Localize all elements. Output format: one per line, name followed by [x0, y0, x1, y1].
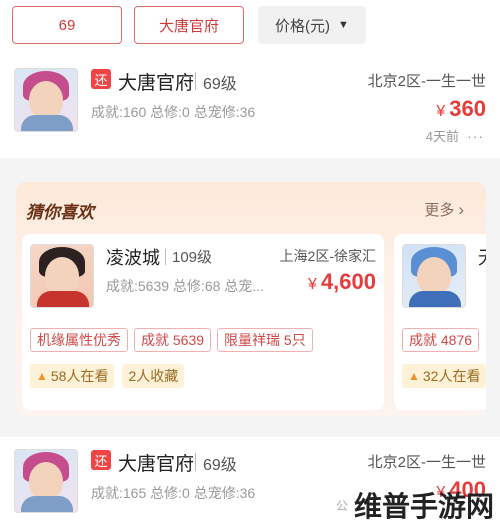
price: ¥4,600 [308, 269, 376, 295]
watermark-text: 维普手游网 [353, 491, 494, 522]
listing-card[interactable]: 还 大唐官府 69级 北京2区-一生一世 成就:160 总修:0 总宠修:36 … [0, 56, 500, 158]
watermark-small-text: 公 [335, 498, 348, 513]
avatar-face [29, 81, 63, 119]
level-text: 69级 [203, 76, 237, 93]
price-sort[interactable]: 价格(元) ▼ [258, 6, 366, 44]
caret-down-icon: ▼ [338, 19, 349, 31]
watching-pill: ▲ 58人在看 [30, 364, 115, 388]
listing-meta: 4天前 ··· [426, 126, 484, 145]
listed-time: 4天前 [425, 129, 459, 144]
avatar-face [45, 257, 79, 295]
flame-icon: ▲ [408, 369, 420, 383]
feature-chip: 限量祥瑞 5只 [217, 328, 313, 352]
avatar-body [37, 291, 89, 307]
avatar [402, 244, 466, 308]
avatar-body [21, 496, 73, 512]
feature-chips: 机缘属性优秀 成就 5639 限量祥瑞 5只 [30, 328, 313, 352]
recommend-card[interactable]: 无 成就 4876 ▲32人在看 [394, 234, 486, 410]
divider [195, 453, 196, 471]
avatar-body [409, 291, 461, 307]
avatar [30, 244, 94, 308]
recommend-title: 猜你喜欢 [26, 203, 94, 222]
return-badge: 还 [91, 69, 111, 89]
avatar [14, 449, 78, 513]
watermark: 公 维普手游网 [336, 485, 494, 525]
price: ¥360 [436, 96, 486, 122]
flame-icon: ▲ [36, 369, 48, 383]
watching-count: 32人在看 [422, 368, 481, 384]
level-text: 69级 [203, 457, 237, 474]
recommend-more-link[interactable]: 更多 › [424, 199, 464, 220]
recommend-card[interactable]: 凌波城 109级 上海2区-徐家汇 成就:5639 总修:68 总宠... ¥4… [22, 234, 384, 410]
school-filter-label: 大唐官府 [158, 17, 219, 35]
school-name: 凌波城 [106, 248, 160, 268]
server-name: 北京2区-一生一世 [367, 73, 486, 90]
avatar-body [21, 115, 73, 131]
price-value: 360 [449, 96, 486, 121]
watching-pill: ▲ 32人在看 [402, 364, 486, 388]
school-name: 无 [478, 244, 486, 270]
return-badge: 还 [91, 450, 111, 470]
filter-bar: 69 大唐官府 价格(元) ▼ [0, 0, 500, 56]
recommend-section: 猜你喜欢 更多 › 凌波城 109级 上海2区-徐家汇 成就:5639 总修:6… [16, 182, 486, 416]
popularity-pills: ▲ 58人在看 2人收藏 [30, 364, 185, 388]
school-name: 大唐官府 [118, 454, 195, 475]
level-text: 109级 [172, 249, 213, 266]
watching-count: 58人在看 [50, 368, 109, 384]
chevron-right-icon: › [458, 199, 464, 219]
feature-chip: 机缘属性优秀 [30, 328, 128, 352]
recommend-more-label: 更多 [424, 202, 455, 219]
price-sort-label: 价格(元) [275, 17, 331, 35]
school-name: 大唐官府 [118, 73, 195, 94]
feature-chip: 成就 4876 [402, 328, 480, 352]
server-name: 北京2区-一生一世 [367, 454, 486, 471]
divider [195, 72, 196, 90]
avatar [14, 68, 78, 132]
more-options-icon[interactable]: ··· [467, 128, 484, 144]
popularity-pills: ▲ 32人在看 [402, 364, 486, 388]
avatar-face [29, 462, 63, 500]
price-value: 4,600 [320, 269, 376, 294]
feature-chip: 成就 5639 [134, 328, 212, 352]
favorites-pill: 2人收藏 [122, 364, 185, 388]
currency-symbol: ¥ [308, 276, 317, 293]
currency-symbol: ¥ [436, 103, 446, 120]
stats-text: 成就:5639 总修:68 总宠... [106, 278, 264, 294]
stats-text: 成就:160 总修:0 总宠修:36 [91, 104, 256, 120]
stats-text: 成就:165 总修:0 总宠修:36 [91, 485, 256, 501]
school-filter[interactable]: 大唐官府 [134, 6, 244, 44]
divider [165, 249, 166, 265]
feature-chips: 成就 4876 [402, 328, 480, 352]
level-filter-label: 69 [58, 16, 76, 34]
level-filter[interactable]: 69 [12, 6, 122, 44]
server-name: 上海2区-徐家汇 [279, 248, 376, 264]
avatar-face [417, 257, 451, 295]
